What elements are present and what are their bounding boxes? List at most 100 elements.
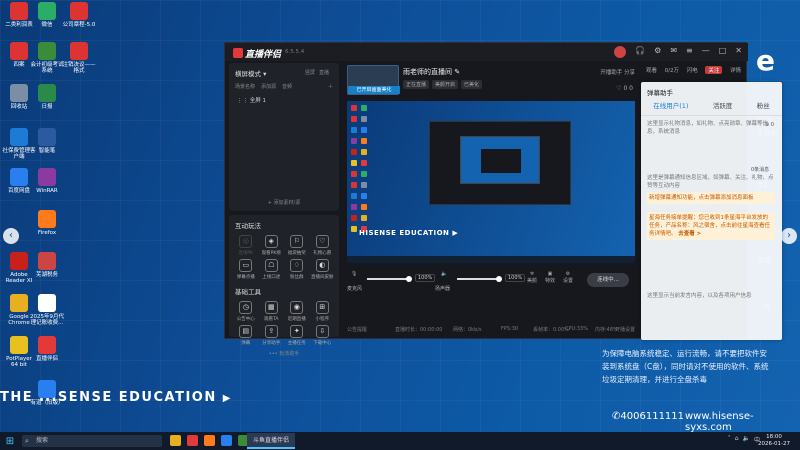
scene-item[interactable]: ⋮⋮ 全屏 1 (229, 90, 339, 110)
chat-tab[interactable]: 粉丝 (757, 100, 770, 110)
mode-tab-live[interactable]: 直播 (319, 69, 329, 76)
tool-button[interactable]: ◉ 近期直播 (284, 301, 310, 322)
tool-icon: ▭ (239, 259, 253, 272)
maximize-icon[interactable]: □ (719, 46, 727, 58)
network-icon[interactable]: ⌂ (735, 435, 739, 444)
task-highlight[interactable]: 星海任务接单提醒：您已收到1条星海平台发放的任务，产品名称：风之宿舍，点击前往星… (647, 212, 775, 240)
tool-icon: ◷ (239, 301, 253, 314)
tool-button[interactable]: ⊞ 小程序 (310, 301, 336, 322)
desktop-icon-label: Firefox (37, 230, 57, 236)
tool-icon: ▦ (264, 301, 278, 314)
status-item[interactable]: 公告提醒 (347, 326, 367, 333)
desktop-icon[interactable]: 公司章程-5.0 (62, 2, 96, 28)
add-scene-icon[interactable]: ＋ (328, 83, 333, 90)
speaker-volume-slider[interactable] (457, 276, 502, 282)
follow-button[interactable]: 关注 (705, 66, 723, 74)
header-actions[interactable]: 开播助手 分享 (600, 68, 635, 76)
close-icon[interactable]: ✕ (735, 46, 742, 58)
tool-button[interactable]: ▦ 观看TA (259, 301, 285, 322)
tool-button[interactable]: ▭ 弹幕点播 (233, 259, 259, 280)
notice-highlight[interactable]: 新增弹幕通知功能，点击弹幕添加消息面板 (647, 192, 775, 204)
tool-button[interactable]: ◐ 直播间皮肤 (310, 259, 336, 280)
preview-desktop-icon (351, 160, 357, 166)
file-explorer-icon[interactable] (170, 435, 181, 446)
chat-title: 弹幕助手 (647, 89, 673, 97)
mode-selector[interactable]: 横屏模式 ▾ 竖屏 直播 (229, 63, 339, 83)
more-tools-button[interactable]: ••• 玩法助手 (229, 350, 339, 357)
mic-icon[interactable]: 🎙 (351, 271, 357, 277)
app-icon[interactable] (187, 435, 198, 446)
chat-tab[interactable]: 活跃度 (713, 100, 733, 110)
right-nav-arrow[interactable]: › (781, 228, 797, 244)
desktop-icon[interactable]: WinRAR (30, 168, 64, 194)
tool-icon: ⊞ (315, 301, 329, 314)
app-icon (10, 252, 28, 270)
windows-start-icon[interactable]: ⊞ (0, 432, 20, 450)
volume-icon[interactable]: 🔈 (743, 435, 750, 444)
browser-icon[interactable] (221, 435, 232, 446)
desktop-icon[interactable]: 2025年9月代理记账收费... (30, 294, 64, 326)
tool-button[interactable]: ✦ 主播任务 (284, 325, 310, 346)
tool-button[interactable]: ▤ 弹幕 (233, 325, 259, 346)
chat-tab[interactable]: 在线用户(1) (653, 100, 688, 110)
scene-thumbnail[interactable]: 已开启画面美化 (347, 65, 400, 95)
preview-desktop-icon (351, 193, 357, 199)
tool-button[interactable]: ◷ 公告中心 (233, 301, 259, 322)
mode-tab-portrait[interactable]: 竖屏 (305, 69, 315, 76)
settings-icon[interactable]: ⚙ (654, 46, 661, 58)
beauty-button[interactable]: ✲ 美颜 (527, 271, 537, 284)
headset-icon[interactable]: 🎧 (635, 46, 645, 58)
status-item[interactable]: 开播设置 (615, 326, 635, 333)
mic-volume-slider[interactable] (367, 276, 412, 282)
desktop-icon[interactable]: 芜湖税务 (30, 252, 64, 278)
interactive-tools: ◎ 连线PK ◈ 观看PK榜 ⚐ 福袋抽奖 ♡ 礼物心愿 ▭ 弹幕点播 ☖ 上线口述 ♢ 粉丝群 ◐ 直播间皮… (229, 235, 339, 280)
tool-button[interactable]: ♢ 粉丝群 (284, 259, 310, 280)
desktop-icon[interactable]: 微信 (30, 2, 64, 28)
left-nav-arrow[interactable]: ‹ (3, 228, 19, 244)
desktop-icon[interactable]: 直播伴侣 (30, 336, 64, 362)
preview-desktop-icon (351, 204, 357, 210)
view-task-link[interactable]: 去查看 > (678, 231, 701, 237)
desktop-icon[interactable]: 日报 (30, 84, 64, 110)
desktop-icon[interactable]: 智能笔 (30, 128, 64, 154)
taskbar-app-live-companion[interactable]: 斗鱼直播伴侣 (247, 433, 296, 449)
effects-button[interactable]: ▣ 特效 (545, 271, 555, 284)
tool-button[interactable]: ⇪ 分享助手 (259, 325, 285, 346)
minimize-icon[interactable]: — (702, 46, 710, 58)
settings-button[interactable]: ⚙ 设置 (563, 271, 573, 284)
speaker-icon[interactable]: 🔈 (441, 271, 447, 277)
window-controls: 🎧 ⚙ ✉ ≡ — □ ✕ (614, 46, 742, 58)
speaker-volume-value: 100% (505, 274, 526, 282)
room-chip[interactable]: 美颜开启 (432, 80, 459, 89)
app-icon (70, 42, 88, 60)
preview-desktop-icon (351, 116, 357, 122)
avatar[interactable] (614, 46, 627, 58)
tool-button[interactable]: ⇩ 下载中心 (310, 325, 336, 346)
desktop-icon[interactable]: 有道（旧版） (30, 380, 64, 406)
app-icon (38, 168, 56, 186)
tool-button[interactable]: ☖ 上线口述 (259, 259, 285, 280)
tool-button[interactable]: ⚐ 福袋抽奖 (284, 235, 310, 256)
tool-button[interactable]: ♡ 礼物心愿 (310, 235, 336, 256)
menu-icon[interactable]: ≡ (686, 46, 693, 58)
add-source-button[interactable]: + 添加素材/源 (229, 199, 339, 206)
app-icon (10, 168, 28, 186)
tool-icon: ♡ (315, 235, 329, 248)
mail-icon[interactable]: ✉ (670, 46, 677, 58)
edit-icon[interactable]: ✎ (454, 68, 460, 76)
taskbar-search[interactable]: ⌕ 搜索 (22, 435, 162, 447)
desktop-icon[interactable]: Firefox (30, 210, 64, 236)
taskbar-clock[interactable]: 18:00 2026-01-27 (758, 434, 790, 448)
desktop-icon[interactable]: 会计初级考试系统 (30, 42, 64, 74)
start-live-button[interactable]: 连线中... (587, 273, 629, 287)
room-chip[interactable]: 正在直播 (403, 80, 430, 89)
tool-button[interactable]: ◎ 连线PK (233, 235, 259, 256)
preview-desktop-icon (361, 160, 367, 166)
room-chip[interactable]: 已美化 (461, 80, 483, 89)
tool-button[interactable]: ◈ 观看PK榜 (259, 235, 285, 256)
desktop-icon[interactable]: 注销决议——格式 (62, 42, 96, 74)
desktop-icon-label: 智能笔 (38, 148, 56, 154)
firefox-icon[interactable] (204, 435, 215, 446)
preview-desktop-icon (361, 215, 367, 221)
chevron-up-icon[interactable]: ˄ (728, 435, 731, 444)
